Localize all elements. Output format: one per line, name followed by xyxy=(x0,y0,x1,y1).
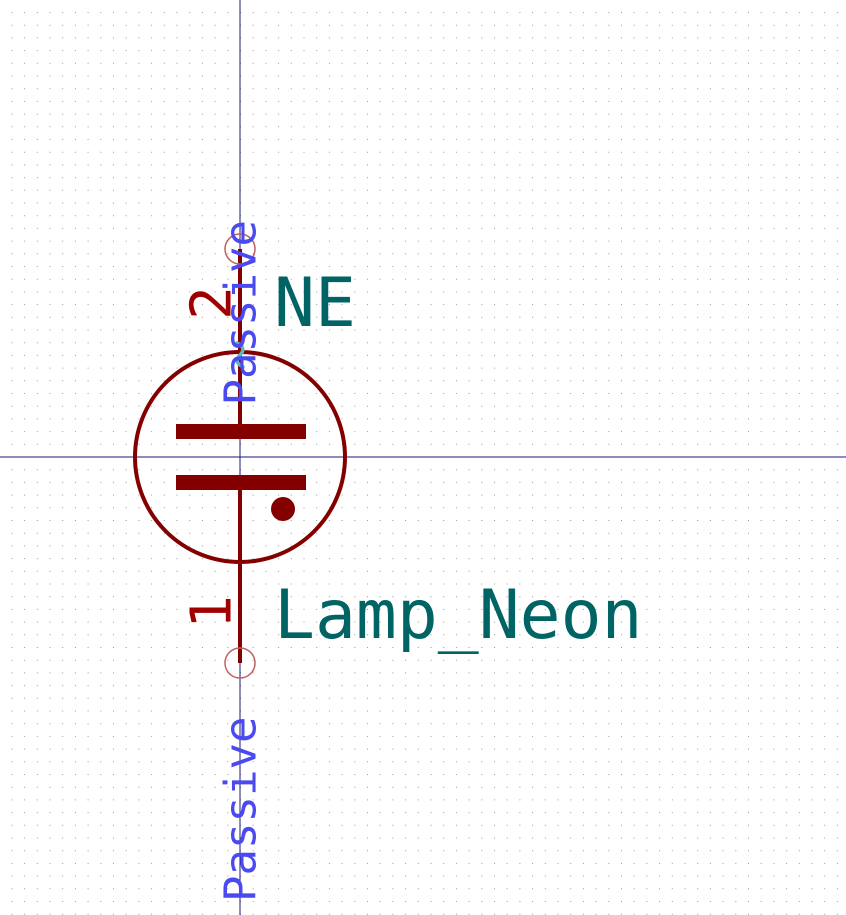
symbol-value[interactable]: Lamp_Neon xyxy=(274,576,642,655)
lamp-electrode-top xyxy=(176,424,306,439)
pin-2-type-label: Passive xyxy=(216,220,267,405)
pin-1-type-label: Passive xyxy=(216,717,267,902)
lamp-gas-dot xyxy=(271,497,295,521)
pin-1-number: 1 xyxy=(180,595,245,629)
schematic-canvas[interactable]: 2 1 Passive Passive NE Lamp_Neon xyxy=(0,0,846,915)
lamp-electrode-bottom xyxy=(176,475,306,490)
reference-designator[interactable]: NE xyxy=(274,264,356,343)
